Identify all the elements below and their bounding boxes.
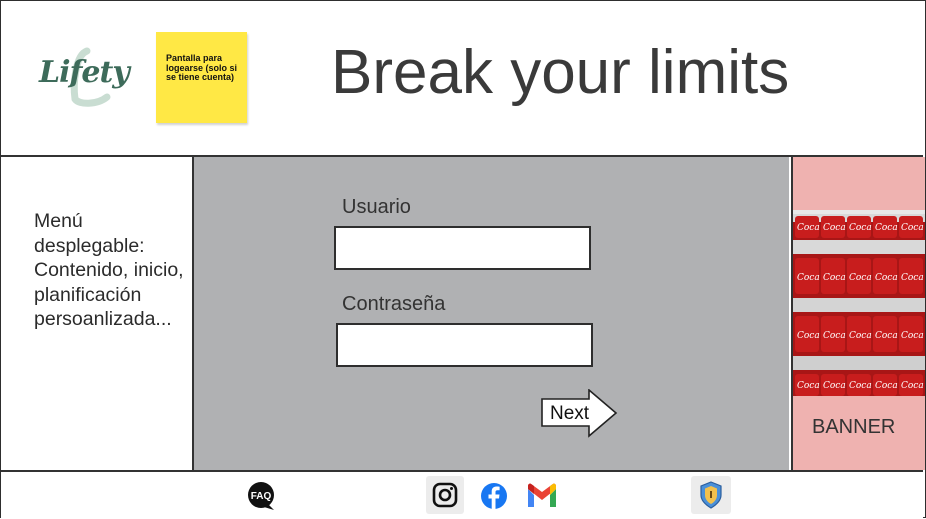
svg-text:Coca: Coca <box>875 381 898 391</box>
svg-text:Coca: Coca <box>823 381 846 391</box>
instagram-button[interactable] <box>426 476 464 514</box>
svg-text:Coca: Coca <box>901 381 924 391</box>
svg-text:Coca: Coca <box>849 223 872 233</box>
svg-text:Coca: Coca <box>823 223 846 233</box>
svg-text:Coca: Coca <box>797 223 820 233</box>
svg-text:Coca: Coca <box>797 331 820 341</box>
svg-text:Coca: Coca <box>901 223 924 233</box>
banner-label: BANNER <box>812 416 896 438</box>
svg-text:Coca: Coca <box>901 331 924 341</box>
page-title: Break your limits <box>331 38 790 107</box>
svg-text:Coca: Coca <box>901 273 924 283</box>
svg-text:Coca: Coca <box>875 273 898 283</box>
faq-text: FAQ <box>251 491 272 502</box>
header: Lifety Pantalla para logearse (solo si s… <box>1 1 923 157</box>
sticky-note-text: Pantalla para logearse (solo si se tiene… <box>166 53 238 82</box>
shield-button[interactable] <box>691 476 731 514</box>
sticky-note: Pantalla para logearse (solo si se tiene… <box>156 32 247 123</box>
next-button[interactable]: Next <box>541 389 619 439</box>
svg-text:Coca: Coca <box>849 273 872 283</box>
menu-description: Menú desplegable: Contenido, inicio, pla… <box>34 210 184 330</box>
svg-text:Coca: Coca <box>849 381 872 391</box>
banner[interactable]: Coca Coca Coca Coca Coca Coca Coca Coca Coca Coc… <box>791 157 925 470</box>
logo-text: Lifety <box>39 55 130 90</box>
username-label: Usuario <box>342 196 411 218</box>
svg-text:Coca: Coca <box>875 331 898 341</box>
username-input[interactable] <box>334 226 591 270</box>
facebook-icon[interactable] <box>479 481 509 511</box>
password-input[interactable] <box>336 323 593 367</box>
svg-text:Coca: Coca <box>797 273 820 283</box>
sidebar-menu[interactable]: Menú desplegable: Contenido, inicio, pla… <box>1 157 194 470</box>
gmail-icon[interactable] <box>526 481 556 511</box>
password-label: Contraseña <box>342 293 446 315</box>
login-form: Usuario Contraseña Next <box>194 157 789 470</box>
svg-text:Coca: Coca <box>849 331 872 341</box>
svg-text:Coca: Coca <box>875 223 898 233</box>
logo[interactable]: Lifety <box>35 45 130 115</box>
coca-cola-bottles-image: Coca Coca Coca Coca Coca Coca Coca Coca Coca Coc… <box>793 210 925 396</box>
next-button-label: Next <box>550 403 590 424</box>
footer: FAQ <box>1 470 923 518</box>
shield-icon <box>700 481 722 509</box>
faq-bubble-icon: FAQ <box>248 482 274 510</box>
instagram-icon <box>432 482 458 508</box>
svg-text:Coca: Coca <box>823 273 846 283</box>
svg-text:Coca: Coca <box>797 381 820 391</box>
faq-icon[interactable]: FAQ <box>246 481 276 511</box>
svg-text:Coca: Coca <box>823 331 846 341</box>
